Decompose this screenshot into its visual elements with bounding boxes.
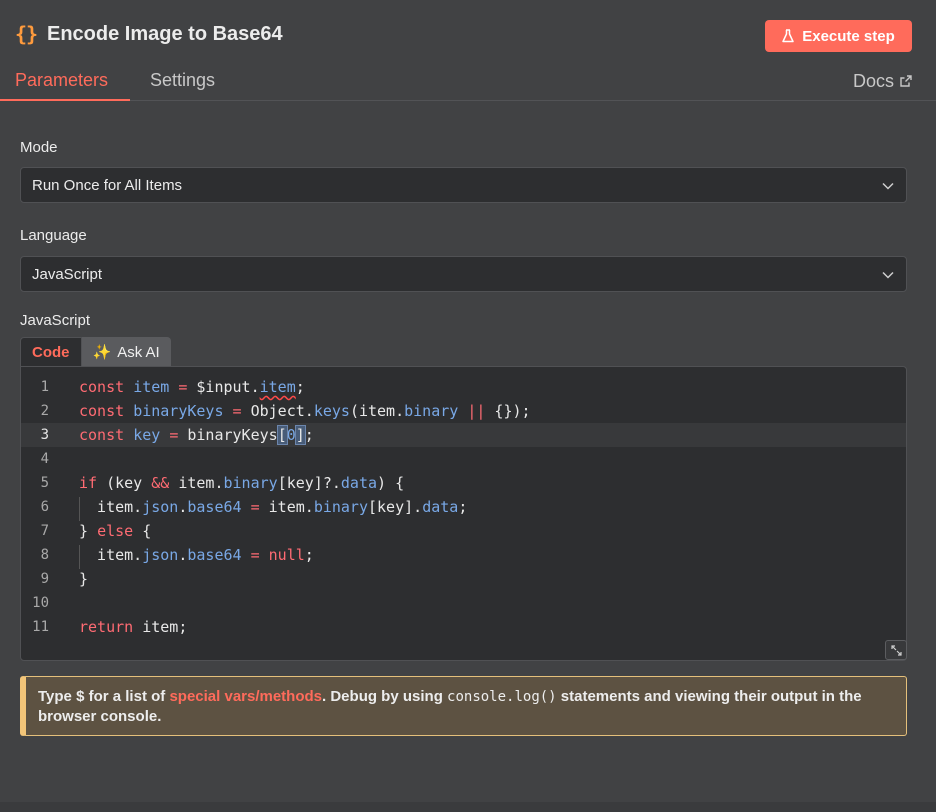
line-number: 8 <box>40 547 49 563</box>
ask-ai-label: Ask AI <box>117 343 160 361</box>
node-header: {} Encode Image to Base64 Execute step P… <box>0 0 936 101</box>
chevron-down-icon <box>882 266 894 283</box>
bottom-bar <box>0 802 936 812</box>
expand-editor-icon[interactable] <box>885 640 907 660</box>
node-title[interactable]: Encode Image to Base64 <box>47 23 283 46</box>
line-number: 1 <box>40 379 49 395</box>
code-line-text: const key = binaryKeys[0]; <box>79 425 314 445</box>
code-editor-tabs: Code ✨ Ask AI <box>20 337 171 367</box>
tab-parameters[interactable]: Parameters <box>0 60 130 101</box>
code-hint-notice: Type $ for a list of special vars/method… <box>20 676 907 736</box>
code-line[interactable]: 6 item.json.base64 = item.binary[key].da… <box>21 495 906 519</box>
title-row: {} Encode Image to Base64 <box>15 22 283 46</box>
code-line-text: const item = $input.item; <box>79 378 305 396</box>
mode-label: Mode <box>20 139 58 156</box>
special-vars-link[interactable]: special vars/methods <box>169 688 322 705</box>
code-line-text: item.json.base64 = item.binary[key].data… <box>79 498 468 516</box>
code-line[interactable]: 2 const binaryKeys = Object.keys(item.bin… <box>21 399 906 423</box>
execute-step-label: Execute step <box>802 27 895 45</box>
line-number: 10 <box>32 595 49 611</box>
code-line[interactable]: 7 } else { <box>21 519 906 543</box>
line-number: 4 <box>40 451 49 467</box>
line-number: 9 <box>40 571 49 587</box>
code-label: JavaScript <box>20 312 91 329</box>
code-line-text: if (key && item.binary[key]?.data) { <box>79 474 405 492</box>
notice-text: Type <box>38 688 77 705</box>
language-value: JavaScript <box>32 265 103 283</box>
language-label: Language <box>20 227 87 244</box>
code-line[interactable]: 8 item.json.base64 = null; <box>21 543 906 567</box>
panel-tabs: Parameters Settings <box>0 60 230 101</box>
code-line[interactable]: 1 const item = $input.item; <box>21 375 906 399</box>
curly-braces-icon: {} <box>15 22 38 46</box>
code-line-text: return item; <box>79 618 188 636</box>
code-line-text: const binaryKeys = Object.keys(item.bina… <box>79 402 531 420</box>
notice-text: . Debug by using <box>322 688 448 705</box>
code-line[interactable]: 11 return item; <box>21 615 906 639</box>
code-line[interactable]: 5 if (key && item.binary[key]?.data) { <box>21 471 906 495</box>
tab-settings[interactable]: Settings <box>130 60 230 101</box>
line-number: 5 <box>40 475 49 491</box>
console-log-code: console.log() <box>447 689 557 705</box>
tab-code[interactable]: Code <box>20 337 82 367</box>
code-line-text: } else { <box>79 522 152 540</box>
code-line[interactable]: 4 <box>21 447 906 471</box>
execute-step-button[interactable]: Execute step <box>765 20 912 52</box>
code-line-text: } <box>79 570 89 588</box>
notice-text: for a list of <box>84 688 170 705</box>
code-line[interactable]: 3 const key = binaryKeys[0]; <box>21 423 906 447</box>
flask-icon <box>782 29 794 43</box>
docs-label: Docs <box>852 71 894 91</box>
code-line-text: item.json.base64 = null; <box>79 546 314 564</box>
mode-select[interactable]: Run Once for All Items <box>20 167 907 203</box>
line-number: 11 <box>32 619 49 635</box>
line-number: 6 <box>40 499 49 515</box>
line-number: 7 <box>40 523 49 539</box>
code-editor[interactable]: 1 const item = $input.item; 2 const binaryK… <box>20 366 907 661</box>
code-line[interactable]: 9} <box>21 567 906 591</box>
mode-value: Run Once for All Items <box>32 176 183 194</box>
code-line[interactable]: 10 <box>21 591 906 615</box>
tab-ask-ai[interactable]: ✨ Ask AI <box>81 337 171 367</box>
chevron-down-icon <box>882 177 894 194</box>
line-number: 2 <box>40 403 49 419</box>
docs-link[interactable]: Docs <box>853 71 912 92</box>
external-link-icon <box>900 71 912 92</box>
sparkles-icon: ✨ <box>92 344 112 361</box>
language-select[interactable]: JavaScript <box>20 256 907 292</box>
line-number: 3 <box>40 427 49 443</box>
